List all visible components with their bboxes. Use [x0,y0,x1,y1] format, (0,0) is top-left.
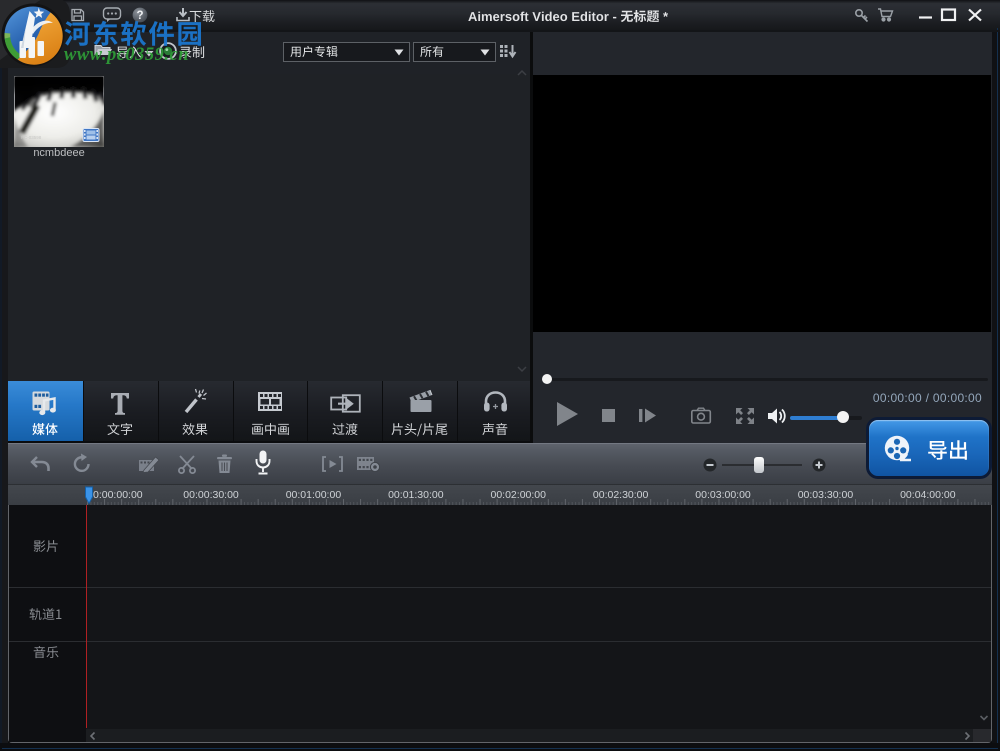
svg-text:PC-03598: PC-03598 [21,135,42,140]
